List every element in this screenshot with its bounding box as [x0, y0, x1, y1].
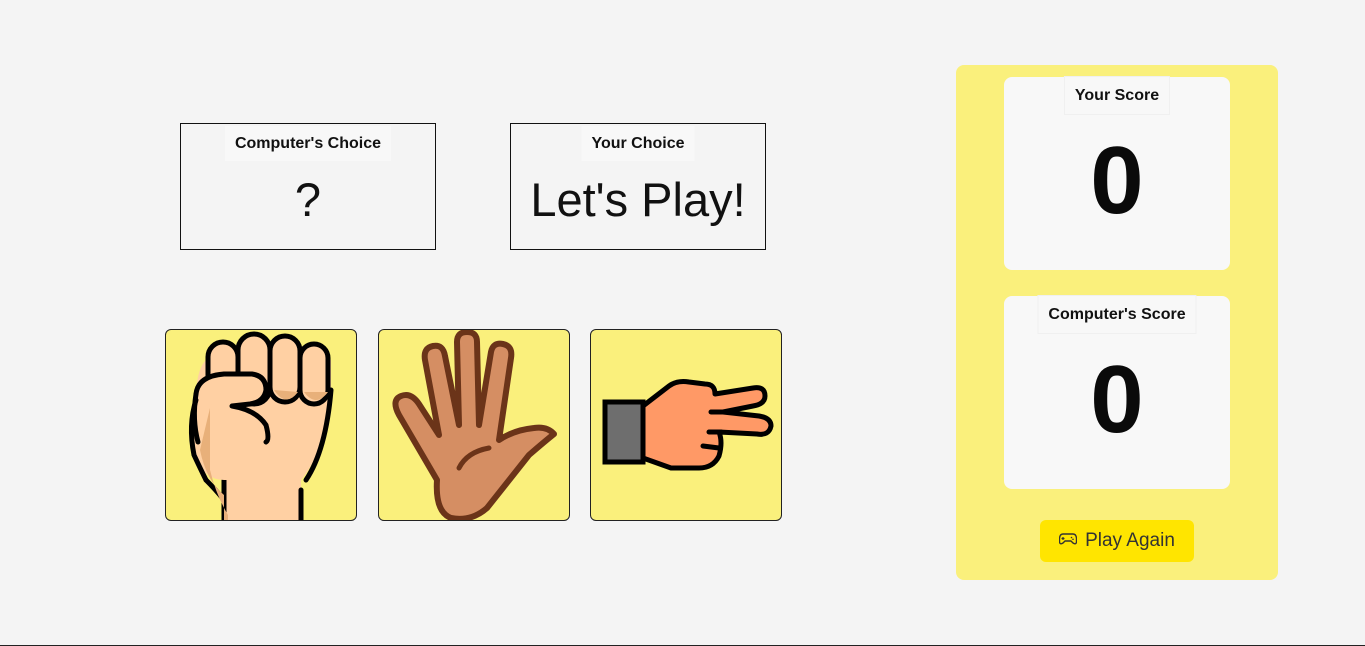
open-hand-icon: [392, 330, 557, 520]
your-choice-box: Your Choice Let's Play!: [510, 123, 766, 250]
two-fingers-icon: [602, 379, 774, 471]
gamepad-icon: [1058, 530, 1078, 552]
play-again-label: Play Again: [1085, 530, 1175, 551]
computer-choice-value: ?: [294, 173, 322, 226]
game-page: Computer's Choice ? Your Choice Let's Pl…: [0, 0, 1365, 646]
play-again-button[interactable]: Play Again: [1040, 520, 1194, 562]
computer-score-card: Computer's Score 0: [1004, 296, 1230, 489]
rock-button[interactable]: [165, 329, 357, 521]
computer-score-value: 0: [1090, 346, 1144, 453]
your-score-label: Your Score: [1064, 77, 1170, 114]
fist-icon: [188, 331, 334, 520]
your-score-card: Your Score 0: [1004, 77, 1230, 270]
your-score-value: 0: [1090, 127, 1144, 234]
computer-score-label: Computer's Score: [1038, 296, 1196, 333]
your-choice-label: Your Choice: [581, 126, 695, 161]
score-panel: Your Score 0 Computer's Score 0 Play Aga…: [956, 65, 1278, 580]
computer-choice-label: Computer's Choice: [224, 126, 392, 161]
your-choice-value: Let's Play!: [530, 173, 746, 226]
computer-choice-box: Computer's Choice ?: [180, 123, 436, 250]
scissors-button[interactable]: [590, 329, 782, 521]
paper-button[interactable]: [378, 329, 570, 521]
